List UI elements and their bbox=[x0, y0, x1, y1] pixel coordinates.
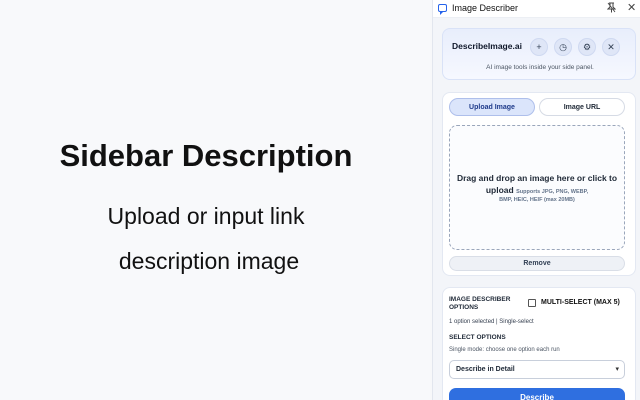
options-status: 1 option selected | Single-select bbox=[449, 319, 534, 325]
multi-select-label: MULTI-SELECT (MAX 5) bbox=[541, 299, 620, 306]
multi-select-checkbox[interactable] bbox=[528, 299, 536, 307]
brand-name: DescribeImage.ai bbox=[452, 41, 522, 51]
tab-upload-image[interactable]: Upload Image bbox=[449, 98, 535, 116]
tab-image-url[interactable]: Image URL bbox=[539, 98, 625, 116]
describe-mode-select[interactable]: Describe in Detail ▾ bbox=[449, 360, 625, 379]
panel-titlebar: Image Describer ✕ bbox=[433, 0, 640, 18]
image-dropzone[interactable]: Drag and drop an image here or click to … bbox=[449, 125, 625, 250]
options-heading-line2: OPTIONS bbox=[449, 304, 479, 311]
options-heading: IMAGE DESCRIBER OPTIONS bbox=[449, 296, 510, 312]
brand-subtitle: AI image tools inside your side panel. bbox=[486, 64, 594, 71]
dropzone-formats-inline: Supports JPG, PNG, WEBP, bbox=[516, 189, 589, 195]
dropzone-text: Drag and drop an image here or click to … bbox=[456, 172, 618, 198]
options-heading-line1: IMAGE DESCRIBER bbox=[449, 296, 511, 303]
promo-subtitle-line2: description image bbox=[118, 248, 300, 274]
pin-icon[interactable] bbox=[606, 2, 617, 15]
close-panel-button[interactable]: ✕ bbox=[627, 1, 636, 14]
history-icon[interactable]: ◷ bbox=[554, 38, 572, 56]
promo-area: Sidebar Description Upload or input link… bbox=[0, 0, 430, 400]
select-value: Describe in Detail bbox=[456, 366, 515, 373]
chat-bubble-icon bbox=[438, 4, 447, 15]
upload-card: Upload Image Image URL Drag and drop an … bbox=[442, 92, 636, 276]
brand-card: DescribeImage.ai + ◷ ⚙ ✕ AI image tools … bbox=[442, 28, 636, 80]
close-icon[interactable]: ✕ bbox=[602, 38, 620, 56]
plus-icon[interactable]: + bbox=[530, 38, 548, 56]
panel-title: Image Describer bbox=[452, 3, 519, 13]
chevron-down-icon: ▾ bbox=[615, 366, 619, 373]
select-options-hint: Single mode: choose one option each run bbox=[449, 347, 560, 353]
promo-subtitle-line1: Upload or input link bbox=[107, 203, 305, 229]
side-panel: Image Describer ✕ DescribeImage.ai + ◷ ⚙… bbox=[432, 0, 640, 400]
remove-button[interactable]: Remove bbox=[449, 256, 625, 271]
settings-icon[interactable]: ⚙ bbox=[578, 38, 596, 56]
promo-title: Sidebar Description bbox=[59, 138, 353, 173]
options-card: IMAGE DESCRIBER OPTIONS MULTI-SELECT (MA… bbox=[442, 287, 636, 400]
dropzone-formats-line2: BMP, HEIC, HEIF (max 20MB) bbox=[499, 197, 575, 203]
describe-button[interactable]: Describe bbox=[449, 388, 625, 400]
select-options-heading: SELECT OPTIONS bbox=[449, 334, 506, 341]
